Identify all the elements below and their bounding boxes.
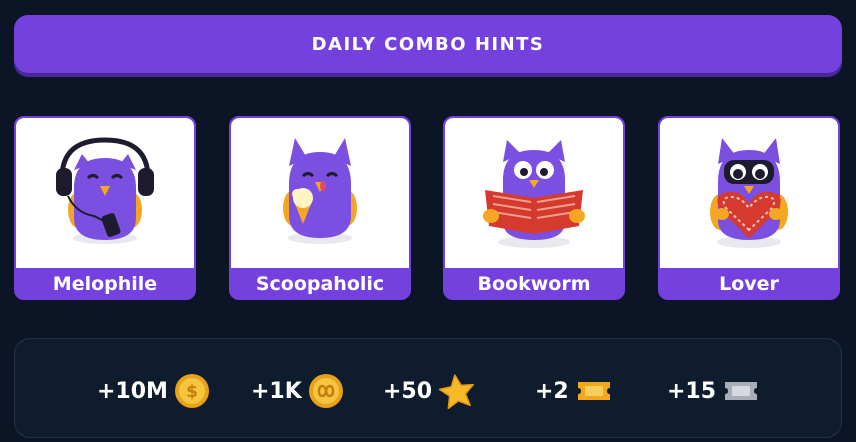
card-label: Lover <box>719 273 779 295</box>
combo-card-melophile[interactable]: Melophile <box>14 116 196 300</box>
gold-ticket-icon <box>577 382 610 400</box>
daily-combo-header[interactable]: DAILY COMBO HINTS <box>14 15 842 73</box>
coin-icon: $ <box>174 374 209 408</box>
reward-amount: +15 <box>667 378 717 404</box>
card-art <box>231 118 409 268</box>
card-art <box>445 118 623 268</box>
reward-amount: +50 <box>383 378 433 404</box>
reward-stars: +50 <box>383 373 476 409</box>
reward-infinity-coins: +1K <box>251 373 344 409</box>
card-art <box>16 118 194 268</box>
rewards-panel: +10M $ +1K +50 +2 +15 <box>14 338 842 438</box>
infinity-coin-icon <box>308 374 343 408</box>
reward-gold-tickets: +2 <box>535 373 613 409</box>
svg-text:$: $ <box>186 382 198 402</box>
reward-amount: +10M <box>97 378 168 404</box>
star-icon <box>438 374 475 409</box>
reward-amount: +2 <box>535 378 569 404</box>
header-title: DAILY COMBO HINTS <box>311 33 545 55</box>
combo-card-bookworm[interactable]: Bookworm <box>443 116 625 300</box>
reward-coins: +10M $ <box>97 373 210 409</box>
silver-ticket-icon <box>725 382 758 400</box>
reward-amount: +1K <box>251 378 302 404</box>
card-label: Melophile <box>52 273 158 295</box>
owl-heart-icon <box>710 138 788 248</box>
reward-silver-tickets: +15 <box>667 373 760 409</box>
combo-card-lover[interactable]: Lover <box>658 116 840 300</box>
owl-headphones-icon <box>56 137 154 244</box>
owl-icecream-icon <box>283 138 357 244</box>
card-label: Bookworm <box>477 273 591 295</box>
combo-card-scoopaholic[interactable]: Scoopaholic <box>229 116 411 300</box>
owl-book-icon <box>483 140 585 248</box>
card-label: Scoopaholic <box>255 273 385 295</box>
card-art <box>660 118 838 268</box>
